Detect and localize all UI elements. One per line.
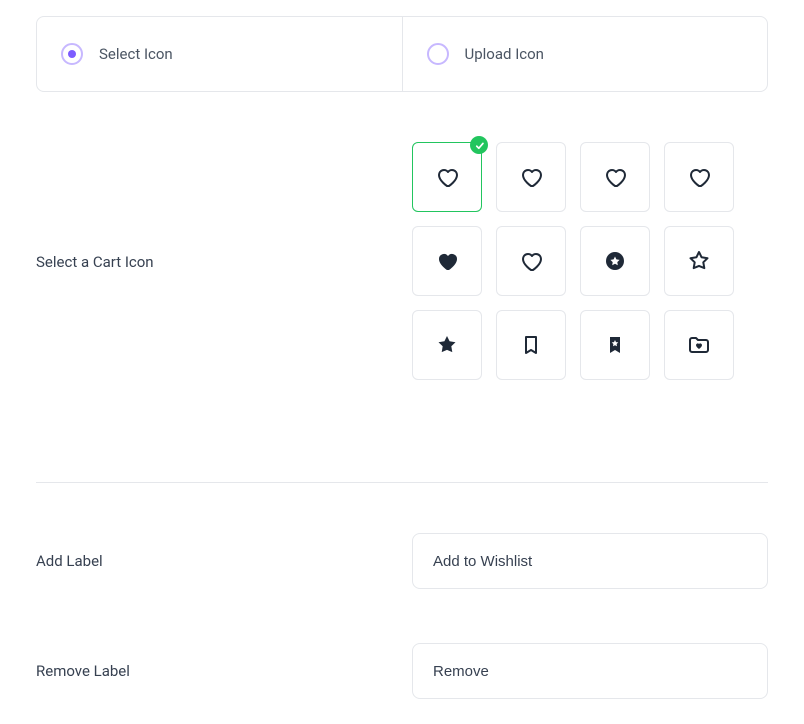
icon-option-star-filled-8[interactable] [412, 310, 482, 380]
heart-outline-icon [519, 165, 543, 189]
remove-label-row: Remove Label [36, 643, 768, 699]
icon-option-heart-outline-1[interactable] [496, 142, 566, 212]
heart-filled-icon [435, 249, 459, 273]
icon-option-heart-outline-2[interactable] [580, 142, 650, 212]
icon-option-star-circle-filled-6[interactable] [580, 226, 650, 296]
star-circle-filled-icon [603, 249, 627, 273]
remove-label-input[interactable] [412, 643, 768, 699]
bookmark-star-filled-icon [603, 333, 627, 357]
tab-upload-label: Upload Icon [465, 45, 544, 63]
tab-select-label: Select Icon [99, 45, 173, 63]
folder-heart-icon [687, 333, 711, 357]
selected-check-icon [470, 136, 488, 154]
select-cart-icon-label: Select a Cart Icon [36, 142, 412, 382]
heart-outline-icon [435, 165, 459, 189]
heart-outline-icon [687, 165, 711, 189]
select-cart-icon-row: Select a Cart Icon [36, 142, 768, 382]
icon-option-heart-outline-3[interactable] [664, 142, 734, 212]
section-divider [36, 482, 768, 483]
icon-option-heart-filled-4[interactable] [412, 226, 482, 296]
add-label-row: Add Label [36, 533, 768, 589]
add-label-title: Add Label [36, 552, 412, 570]
radio-selected-icon [61, 43, 83, 65]
star-filled-icon [435, 333, 459, 357]
heart-outline-icon [519, 249, 543, 273]
icon-option-bookmark-star-filled-10[interactable] [580, 310, 650, 380]
star-outline-icon [687, 249, 711, 273]
icon-source-tabs: Select Icon Upload Icon [36, 16, 768, 92]
tab-select-icon[interactable]: Select Icon [37, 17, 402, 91]
tab-upload-icon[interactable]: Upload Icon [402, 17, 768, 91]
remove-label-title: Remove Label [36, 662, 412, 680]
icon-option-heart-outline-5[interactable] [496, 226, 566, 296]
icon-option-bookmark-outline-9[interactable] [496, 310, 566, 380]
heart-outline-icon [603, 165, 627, 189]
add-label-input[interactable] [412, 533, 768, 589]
icon-grid [412, 142, 734, 380]
icon-option-heart-outline-0[interactable] [412, 142, 482, 212]
bookmark-outline-icon [519, 333, 543, 357]
radio-unselected-icon [427, 43, 449, 65]
icon-option-star-outline-7[interactable] [664, 226, 734, 296]
icon-option-folder-heart-11[interactable] [664, 310, 734, 380]
